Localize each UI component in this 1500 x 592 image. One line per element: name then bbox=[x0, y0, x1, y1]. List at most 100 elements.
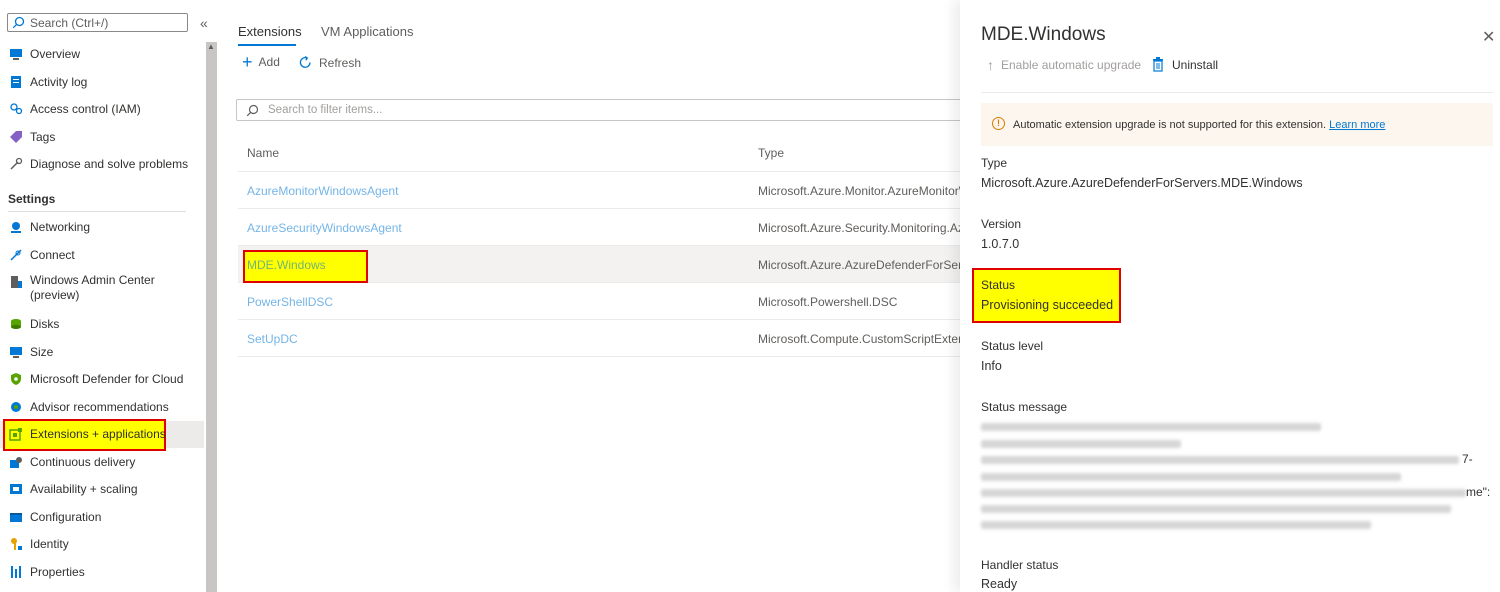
nav-item-label: Advisor recommendations bbox=[30, 400, 169, 414]
nav-item-access-control[interactable]: Access control (IAM) bbox=[8, 98, 141, 120]
nav-search-input[interactable]: Search (Ctrl+/) bbox=[7, 13, 188, 32]
table-row[interactable]: AzureSecurityWindowsAgent Microsoft.Azur… bbox=[238, 209, 960, 246]
column-header-type[interactable]: Type bbox=[758, 146, 784, 160]
nav-item-disks[interactable]: Disks bbox=[8, 313, 59, 335]
nav-item-advisor[interactable]: Advisor recommendations bbox=[8, 396, 169, 418]
nav-item-windows-admin-center[interactable]: Windows Admin Center (preview) bbox=[8, 273, 155, 305]
type-label: Type bbox=[981, 156, 1008, 170]
add-button[interactable]: + Add bbox=[242, 52, 280, 72]
extension-type: Microsoft.Powershell.DSC bbox=[758, 295, 898, 309]
nav-item-properties[interactable]: Properties bbox=[8, 561, 85, 583]
enable-upgrade-label: Enable automatic upgrade bbox=[1001, 58, 1142, 72]
nav-item-continuous-delivery[interactable]: Continuous delivery bbox=[8, 451, 135, 473]
extension-name-link[interactable]: MDE.Windows bbox=[247, 258, 326, 272]
nav-item-label: Activity log bbox=[30, 75, 88, 89]
filter-input[interactable]: Search to filter items... bbox=[236, 99, 976, 121]
nav-item-label: Connect bbox=[30, 248, 75, 262]
status-message-fragment: me": bbox=[1466, 485, 1491, 499]
config-icon bbox=[8, 509, 24, 525]
disk-icon bbox=[8, 316, 24, 332]
panel-title: MDE.Windows bbox=[981, 24, 1106, 45]
nav-item-label: Continuous delivery bbox=[30, 455, 136, 469]
table-row[interactable]: PowerShellDSC Microsoft.Powershell.DSC bbox=[238, 283, 960, 320]
add-label: Add bbox=[258, 55, 280, 69]
nav-item-label-2: (preview) bbox=[30, 288, 80, 302]
extension-type: Microsoft.Compute.CustomScriptExtension bbox=[758, 332, 960, 346]
filter-placeholder: Search to filter items... bbox=[268, 104, 383, 116]
nav-item-extensions[interactable]: Extensions + applications bbox=[8, 423, 166, 445]
nav-item-tags[interactable]: Tags bbox=[8, 126, 55, 148]
nav-item-label: Diagnose and solve problems bbox=[30, 157, 189, 171]
column-header-name[interactable]: Name bbox=[247, 146, 279, 160]
nav-item-label: Extensions + applications bbox=[30, 427, 166, 441]
version-label: Version bbox=[981, 217, 1022, 231]
collapse-nav-button[interactable]: « bbox=[200, 15, 208, 31]
status-value: Provisioning succeeded bbox=[981, 298, 1114, 312]
divider bbox=[8, 211, 186, 212]
monitor-icon bbox=[8, 46, 24, 62]
extension-name-link[interactable]: PowerShellDSC bbox=[247, 295, 333, 309]
table-row[interactable]: AzureMonitorWindowsAgent Microsoft.Azure… bbox=[238, 172, 960, 209]
tab-extensions[interactable]: Extensions bbox=[238, 24, 302, 39]
refresh-button[interactable]: Refresh bbox=[298, 55, 361, 70]
status-message-fragment: 7- bbox=[1462, 452, 1473, 466]
learn-more-link[interactable]: Learn more bbox=[1329, 119, 1385, 131]
uninstall-button[interactable]: Uninstall bbox=[1152, 57, 1218, 72]
nav-item-availability[interactable]: Availability + scaling bbox=[8, 478, 138, 500]
plus-icon: + bbox=[242, 52, 253, 72]
nav-item-label: Identity bbox=[30, 537, 69, 551]
search-icon bbox=[246, 104, 259, 120]
nav-item-label: Disks bbox=[30, 317, 60, 331]
nav-item-overview[interactable]: Overview bbox=[8, 43, 80, 65]
nav-item-label: Windows Admin Center bbox=[30, 273, 155, 287]
status-level-label: Status level bbox=[981, 339, 1044, 353]
search-icon bbox=[12, 16, 25, 32]
cloud-icon bbox=[8, 399, 24, 415]
nav-item-networking[interactable]: Networking bbox=[8, 216, 90, 238]
monitor-icon bbox=[8, 344, 24, 360]
nav-item-diagnose[interactable]: Diagnose and solve problems bbox=[8, 153, 188, 175]
extension-type: Microsoft.Azure.Security.Monitoring.Azur… bbox=[758, 221, 960, 235]
nav-item-label: Access control (IAM) bbox=[30, 102, 141, 116]
plug-icon bbox=[8, 247, 24, 263]
extension-detail-panel: MDE.Windows ✕ ↑ Enable automatic upgrade… bbox=[960, 0, 1500, 592]
scroll-up-icon[interactable]: ▲ bbox=[207, 42, 215, 51]
nav-search-placeholder: Search (Ctrl+/) bbox=[30, 16, 109, 30]
nav-item-label: Configuration bbox=[30, 510, 102, 524]
nav-item-activity-log[interactable]: Activity log bbox=[8, 71, 87, 93]
extension-icon bbox=[8, 426, 24, 442]
nav-item-size[interactable]: Size bbox=[8, 341, 53, 363]
tab-vm-applications[interactable]: VM Applications bbox=[321, 24, 414, 39]
table-row[interactable]: SetUpDC Microsoft.Compute.CustomScriptEx… bbox=[238, 320, 960, 357]
extension-name-link[interactable]: AzureMonitorWindowsAgent bbox=[247, 184, 398, 198]
network-icon bbox=[8, 219, 24, 235]
close-icon[interactable]: ✕ bbox=[1482, 27, 1495, 47]
extension-type: Microsoft.Azure.Monitor.AzureMonitorWind… bbox=[758, 184, 960, 198]
extension-name-link[interactable]: SetUpDC bbox=[247, 332, 298, 346]
shield-icon bbox=[8, 371, 24, 387]
status-message-label: Status message bbox=[981, 400, 1068, 414]
nav-scrollbar[interactable] bbox=[206, 42, 217, 592]
divider bbox=[981, 92, 1493, 93]
people-icon bbox=[8, 101, 24, 117]
banner-text: Automatic extension upgrade is not suppo… bbox=[1013, 119, 1327, 131]
identity-icon bbox=[8, 536, 24, 552]
settings-heading: Settings bbox=[8, 192, 56, 206]
server-icon bbox=[8, 274, 24, 290]
nav-item-connect[interactable]: Connect bbox=[8, 244, 75, 266]
nav-item-defender[interactable]: Microsoft Defender for Cloud bbox=[8, 368, 183, 390]
log-icon bbox=[8, 74, 24, 90]
tab-active-indicator bbox=[238, 44, 296, 46]
nav-item-label: Overview bbox=[30, 47, 81, 61]
nav-item-label: Availability + scaling bbox=[30, 482, 138, 496]
extension-name-link[interactable]: AzureSecurityWindowsAgent bbox=[247, 221, 402, 235]
nav-item-identity[interactable]: Identity bbox=[8, 533, 69, 555]
enable-upgrade-button[interactable]: ↑ Enable automatic upgrade bbox=[987, 57, 1141, 73]
nav-item-label: Tags bbox=[30, 130, 56, 144]
refresh-icon bbox=[298, 55, 313, 70]
status-level-value: Info bbox=[981, 359, 1002, 373]
nav-item-configuration[interactable]: Configuration bbox=[8, 506, 101, 528]
nav-item-label: Microsoft Defender for Cloud bbox=[30, 372, 184, 386]
nav-item-label: Properties bbox=[30, 565, 85, 579]
properties-icon bbox=[8, 564, 24, 580]
